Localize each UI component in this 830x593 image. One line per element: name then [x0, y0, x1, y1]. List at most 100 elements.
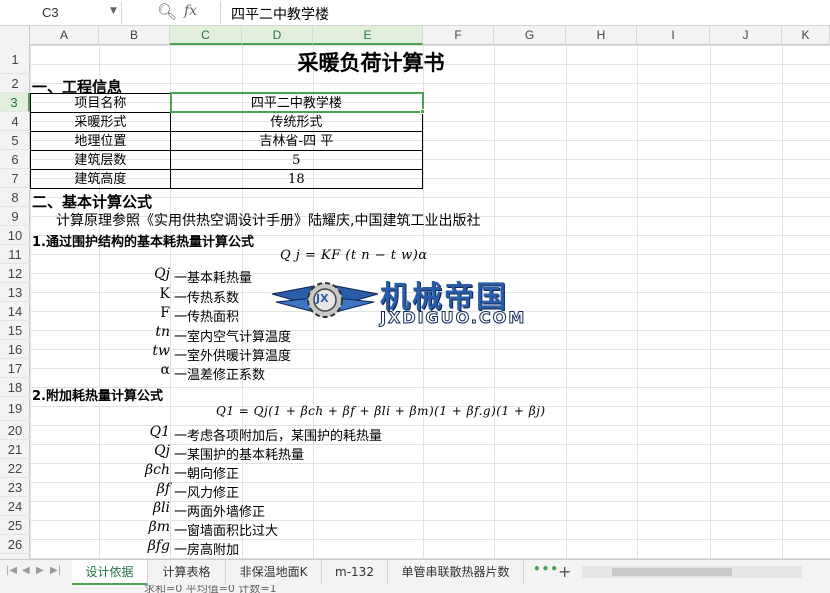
- row-header[interactable]: 26: [0, 535, 30, 554]
- sheet-tab-design-basis[interactable]: 设计依据: [72, 560, 148, 585]
- row-header[interactable]: 24: [0, 497, 30, 516]
- info-value[interactable]: 四平二中教学楼: [169, 93, 424, 113]
- info-key[interactable]: 项目名称: [30, 93, 171, 113]
- column-header-e[interactable]: E: [313, 26, 423, 45]
- column-header-c[interactable]: C: [170, 26, 242, 45]
- name-box[interactable]: C3: [0, 2, 122, 24]
- info-key[interactable]: 建筑高度: [30, 169, 171, 189]
- sheet-tab-m-132[interactable]: m-132: [322, 560, 388, 585]
- row-header[interactable]: 17: [0, 359, 30, 378]
- first-sheet-icon[interactable]: |◀: [6, 565, 17, 576]
- section-heading-formulas: 二、基本计算公式: [32, 193, 153, 211]
- column-header-j[interactable]: J: [710, 26, 782, 45]
- symbol-description: 一风力修正: [174, 486, 240, 501]
- symbol: α: [160, 362, 170, 378]
- row-header[interactable]: 12: [0, 264, 30, 283]
- row-header[interactable]: 18: [0, 378, 30, 397]
- watermark-logo: JX 机械帝国 JXDIGUO.COM: [270, 272, 570, 334]
- scrollbar-thumb[interactable]: [612, 568, 732, 576]
- symbol-description: 一两面外墙修正: [174, 505, 266, 520]
- row-header[interactable]: 6: [0, 150, 30, 169]
- column-header-d[interactable]: D: [242, 26, 313, 45]
- symbol: tn: [155, 324, 170, 340]
- symbol-description: 一传热面积: [174, 310, 240, 325]
- symbol: βli: [152, 500, 170, 516]
- more-sheets-icon[interactable]: •••: [533, 562, 559, 576]
- row-header[interactable]: 23: [0, 478, 30, 497]
- info-value[interactable]: 传统形式: [169, 112, 424, 132]
- symbol: βf: [156, 481, 170, 497]
- row-header[interactable]: 1: [0, 45, 30, 74]
- function-icon[interactable]: fx: [184, 3, 197, 19]
- formula-basic-heat-loss: Q j = KF (t n − t w)α: [280, 248, 428, 263]
- row-header[interactable]: 19: [0, 397, 30, 421]
- row-header[interactable]: 5: [0, 131, 30, 150]
- symbol-description: 一房高附加: [174, 543, 240, 558]
- symbol-description: 一温差修正系数: [174, 368, 266, 383]
- sheet-tab-radiator-count[interactable]: 单管串联散热器片数: [388, 560, 524, 585]
- table-row: 建筑高度 18: [30, 169, 424, 189]
- document-title: 采暖负荷计算书: [297, 51, 445, 75]
- symbol: K: [159, 286, 170, 302]
- row-header[interactable]: 8: [0, 188, 30, 207]
- column-header-f[interactable]: F: [423, 26, 494, 45]
- prev-sheet-icon[interactable]: ◀: [22, 565, 30, 576]
- row-header[interactable]: 21: [0, 440, 30, 459]
- sheet-tab-uninsulated-floor-k[interactable]: 非保温地面K: [226, 560, 322, 585]
- last-sheet-icon[interactable]: ▶|: [50, 565, 61, 576]
- status-summary: 求和=0 平均值=0 计数=1: [144, 585, 277, 593]
- info-key[interactable]: 采暖形式: [30, 112, 171, 132]
- formula-bar: C3 ▼ 🔍︎ fx 四平二中教学楼: [0, 0, 830, 26]
- info-value[interactable]: 吉林省-四 平: [169, 131, 424, 151]
- symbol-description: 一基本耗热量: [174, 271, 253, 286]
- horizontal-scrollbar[interactable]: [582, 566, 802, 578]
- symbol: tw: [152, 343, 170, 359]
- column-header-a[interactable]: A: [30, 26, 99, 45]
- column-header-h[interactable]: H: [566, 26, 637, 45]
- formula-input[interactable]: 四平二中教学楼: [220, 1, 830, 24]
- info-key[interactable]: 建筑层数: [30, 150, 171, 170]
- row-header-column: 1 2 3 4 5 6 7 8 9 10 11 12 13 14 15 16 1…: [0, 45, 30, 559]
- row-header[interactable]: 3: [0, 93, 30, 112]
- symbol: Q1: [149, 424, 170, 440]
- subheading-basic-heat-loss: 1.通过围护结构的基本耗热量计算公式: [32, 235, 254, 250]
- row-header[interactable]: 25: [0, 516, 30, 535]
- info-value[interactable]: 5: [169, 150, 424, 170]
- row-header[interactable]: 22: [0, 459, 30, 478]
- info-value[interactable]: 18: [169, 169, 424, 189]
- row-header[interactable]: 7: [0, 169, 30, 188]
- sheet-tab-bar: |◀ ◀ ▶ ▶| 设计依据 计算表格 非保温地面K m-132 单管串联散热器…: [0, 559, 830, 585]
- table-row: 项目名称 四平二中教学楼: [30, 93, 424, 113]
- sheet-tab-calculation-table[interactable]: 计算表格: [148, 560, 226, 585]
- table-row: 建筑层数 5: [30, 150, 424, 170]
- chevron-down-icon[interactable]: ▼: [110, 6, 117, 16]
- info-key[interactable]: 地理位置: [30, 131, 171, 151]
- watermark-badge: JX: [316, 292, 329, 305]
- column-header-g[interactable]: G: [494, 26, 566, 45]
- row-header[interactable]: 4: [0, 112, 30, 131]
- row-header[interactable]: 14: [0, 302, 30, 321]
- row-header[interactable]: 10: [0, 226, 30, 245]
- row-header[interactable]: 16: [0, 340, 30, 359]
- column-header-b[interactable]: B: [99, 26, 170, 45]
- row-header[interactable]: 2: [0, 74, 30, 93]
- symbol-description: 一窗墙面积比过大: [174, 524, 279, 539]
- symbol-description: 一考虑各项附加后，某围护的耗热量: [174, 429, 383, 444]
- column-header-i[interactable]: I: [637, 26, 710, 45]
- symbol: Qj: [154, 443, 170, 459]
- row-header[interactable]: 20: [0, 421, 30, 440]
- add-sheet-button[interactable]: +: [558, 562, 571, 581]
- next-sheet-icon[interactable]: ▶: [36, 565, 44, 576]
- select-all-corner[interactable]: [0, 26, 30, 45]
- project-info-table: 项目名称 四平二中教学楼 采暖形式 传统形式 地理位置 吉林省-四 平 建筑层数…: [30, 93, 424, 189]
- row-header[interactable]: 13: [0, 283, 30, 302]
- column-header-k[interactable]: K: [782, 26, 830, 45]
- symbol-description: 一室外供暖计算温度: [174, 349, 292, 364]
- row-header[interactable]: 11: [0, 245, 30, 264]
- row-header[interactable]: 9: [0, 207, 30, 226]
- formula-additional-heat-loss: Q1 = Qj(1 + βch + βf + βli + βm)(1 + βf.…: [216, 404, 546, 418]
- symbol-description: 一某围护的基本耗热量: [174, 448, 305, 463]
- fill-handle[interactable]: [420, 109, 425, 114]
- magnifier-icon[interactable]: 🔍︎: [157, 2, 177, 21]
- row-header[interactable]: 15: [0, 321, 30, 340]
